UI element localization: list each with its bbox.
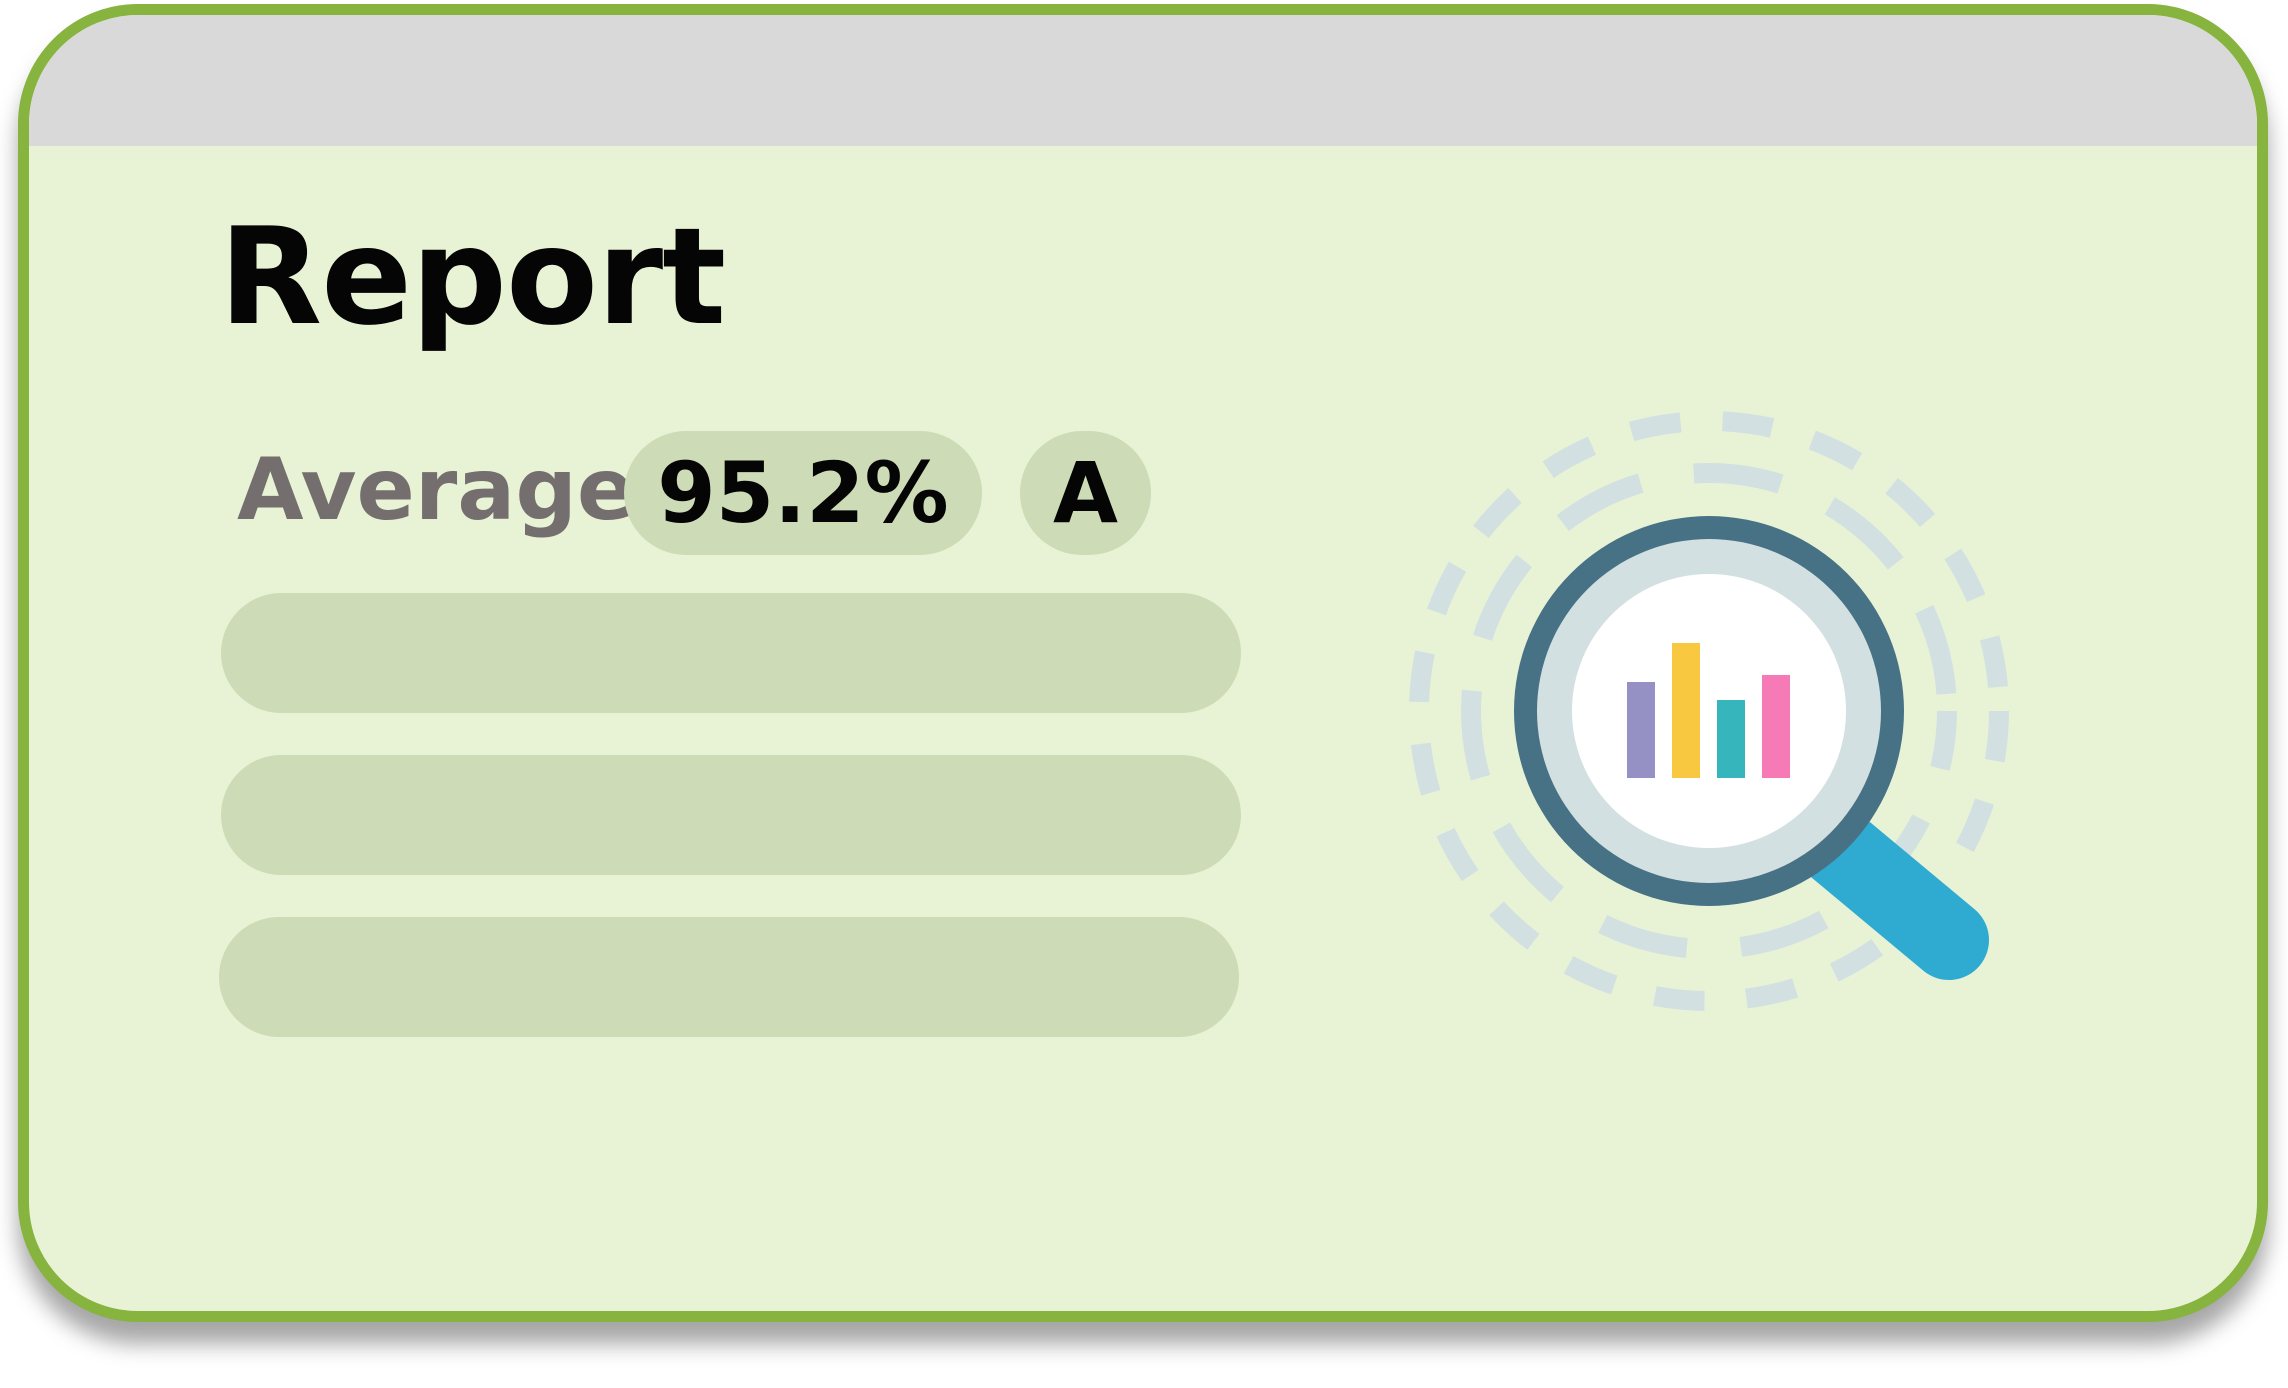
placeholder-row-3: [219, 917, 1239, 1037]
card-header-bar: [29, 15, 2257, 146]
average-value-badge: 95.2%: [624, 431, 982, 555]
chart-bar-teal: [1717, 700, 1745, 778]
placeholder-row-2: [221, 755, 1241, 875]
chart-bar-pink: [1762, 675, 1790, 778]
placeholder-row-1: [221, 593, 1241, 713]
chart-bar-purple: [1627, 682, 1655, 778]
magnifier-chart-icon: [1409, 411, 2009, 1011]
grade-badge: A: [1020, 431, 1151, 555]
report-title: Report: [219, 199, 726, 355]
magnifier-lens: [1572, 574, 1846, 848]
average-label: Average: [237, 440, 636, 540]
chart-bar-yellow: [1672, 643, 1700, 778]
report-card: Report Average 95.2% A: [18, 4, 2268, 1322]
